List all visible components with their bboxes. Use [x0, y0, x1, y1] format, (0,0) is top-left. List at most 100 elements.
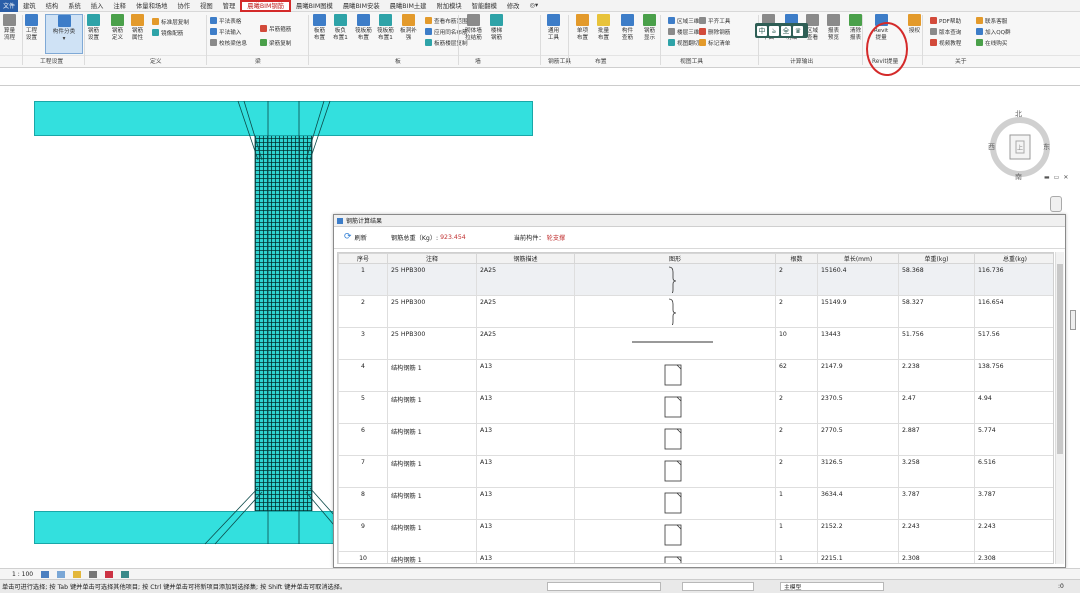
ribbon-small-button-s21[interactable]: 在线购买: [976, 38, 1007, 47]
detail-level-icon[interactable]: [41, 570, 50, 578]
ribbon-small-button-s2[interactable]: 平法表格: [210, 16, 241, 25]
column-header[interactable]: 单长(mm): [817, 253, 899, 264]
table-row[interactable]: 5 结构钢筋 1 A13 2 2370.5 2.47 4.94: [338, 391, 1053, 424]
ribbon-small-button-s10[interactable]: 区域三维: [668, 16, 699, 25]
table-row[interactable]: 9 结构钢筋 1 A13 1 2152.2 2.243 2.243: [338, 519, 1053, 552]
menu-tab[interactable]: 注释: [108, 0, 131, 12]
column-header[interactable]: 注释: [387, 253, 477, 264]
ribbon-small-button-s3[interactable]: 平法输入: [210, 27, 241, 36]
view-cube[interactable]: 北 东 南 西 上: [988, 108, 1052, 190]
ribbon-button-b16[interactable]: 构件 查筋: [621, 14, 634, 41]
menu-tab[interactable]: 晨曦BIM土建: [385, 0, 432, 12]
model-dropdown[interactable]: 主模型: [780, 582, 884, 591]
component-category-dropdown[interactable]: 构件分类 ▾: [45, 14, 83, 54]
viewcube-face[interactable]: 上: [1017, 143, 1023, 152]
ribbon-button-b8[interactable]: 筏板筋 布置: [355, 14, 372, 41]
viewcube-north[interactable]: 北: [1015, 109, 1022, 119]
table-row[interactable]: 1 25 HPB300 2A25 2 15160.4 58.368 116.736: [338, 263, 1053, 296]
menu-tab[interactable]: ◎▾: [524, 0, 543, 12]
viewcube-west[interactable]: 西: [988, 142, 995, 152]
file-menu-button[interactable]: 文件: [0, 0, 18, 12]
nav-wheel-icon[interactable]: [1050, 196, 1062, 212]
ribbon-small-button-s11[interactable]: 楼层三维: [668, 27, 699, 36]
float-toolbar-button[interactable]: ঌ: [769, 25, 779, 36]
menu-tab[interactable]: 修改: [502, 0, 525, 12]
table-scrollbar[interactable]: [1055, 252, 1064, 564]
table-row[interactable]: 4 结构钢筋 1 A13 62 2147.9 2.238 138.756: [338, 359, 1053, 392]
ribbon-small-button-s5[interactable]: 吊筋箍筋: [260, 24, 291, 33]
ribbon-small-button-s1[interactable]: 镜像配筋: [152, 28, 183, 37]
ribbon-button-b14[interactable]: 单项 布置: [576, 14, 589, 41]
menu-tab[interactable]: 视图: [195, 0, 218, 12]
menu-tab[interactable]: 晨曦BIM图模: [291, 0, 338, 12]
menu-tab[interactable]: 建筑: [18, 0, 41, 12]
ribbon-button-b13[interactable]: 通用 工具: [547, 14, 560, 41]
table-row[interactable]: 10 结构钢筋 1 A13 1 2215.1 2.308 2.308: [338, 551, 1053, 563]
viewcube-east[interactable]: 东: [1043, 142, 1050, 152]
ribbon-small-button-s4[interactable]: 校核梁信息: [210, 38, 247, 47]
table-row[interactable]: 8 结构钢筋 1 A13 1 3634.4 3.787 3.787: [338, 487, 1053, 520]
column-header[interactable]: 序号: [338, 253, 388, 264]
ribbon-button-b6[interactable]: 板筋 布置: [313, 14, 326, 41]
ribbon-small-button-s20[interactable]: 加入QQ群: [976, 27, 1011, 36]
menu-tab[interactable]: 插入: [86, 0, 109, 12]
ribbon-small-button-s19[interactable]: 联系客服: [976, 16, 1007, 25]
menu-tab[interactable]: 管理: [218, 0, 241, 12]
ribbon-button-b12[interactable]: 楼梯 钢筋: [490, 14, 503, 41]
crop-view-icon[interactable]: [105, 570, 114, 578]
float-toolbar-button[interactable]: ♛: [793, 25, 803, 36]
ribbon-button-b3[interactable]: 钢筋 设置: [87, 14, 100, 41]
view-scale[interactable]: 1 : 100: [12, 571, 33, 578]
refresh-button[interactable]: ⟳ 刷新: [340, 230, 371, 245]
restore-view-icon[interactable]: ▭: [1054, 174, 1060, 181]
menu-tab[interactable]: 协作: [172, 0, 195, 12]
visual-style-icon[interactable]: [57, 570, 66, 578]
column-header[interactable]: 总重(kg): [974, 253, 1053, 264]
menu-tab[interactable]: 晨曦BIM安装: [338, 0, 385, 12]
ribbon-button-b15[interactable]: 批量 布置: [597, 14, 610, 41]
ribbon-small-button-s13[interactable]: 平齐工具: [699, 16, 730, 25]
float-toolbar-button[interactable]: 中: [757, 25, 767, 36]
ribbon-button-b24[interactable]: 授权: [908, 14, 921, 35]
ribbon-small-button-s6[interactable]: 梁筋复制: [260, 38, 291, 47]
menu-tab[interactable]: 智能翻模: [467, 0, 502, 12]
ribbon-small-button-s16[interactable]: PDF帮助: [930, 16, 961, 25]
menu-tab[interactable]: 系统: [63, 0, 86, 12]
menu-tab[interactable]: 体量和场地: [131, 0, 172, 12]
ribbon-button-b21[interactable]: 报表 预览: [827, 14, 840, 41]
ribbon-button-b4[interactable]: 钢筋 定义: [111, 14, 124, 41]
sun-path-icon[interactable]: [73, 570, 82, 578]
ribbon-button-b5[interactable]: 钢筋 属性: [131, 14, 144, 41]
table-row[interactable]: 2 25 HPB300 2A25 2 15149.9 58.327 116.654: [338, 295, 1053, 328]
design-option-dropdown[interactable]: [682, 582, 754, 591]
ribbon-button-b1[interactable]: 工程 设置: [25, 14, 38, 41]
ribbon-small-button-s7[interactable]: 查看布筋范围: [425, 16, 468, 25]
table-row[interactable]: 3 25 HPB300 2A25 10 13443 51.756 517.56: [338, 327, 1053, 360]
ribbon-small-button-s18[interactable]: 视频教程: [930, 38, 961, 47]
canvas-scrollbar-thumb[interactable]: [1070, 310, 1076, 330]
menu-tab[interactable]: 晨曦BIM钢筋: [240, 0, 292, 12]
ribbon-button-b10[interactable]: 板洞补 强: [400, 14, 417, 41]
menu-tab[interactable]: 结构: [41, 0, 64, 12]
window-title-bar[interactable]: 钢筋计算结果: [334, 215, 1065, 227]
temp-hide-icon[interactable]: [121, 570, 130, 578]
ribbon-small-button-s12[interactable]: 视图翻切: [668, 38, 699, 47]
workset-dropdown[interactable]: [547, 582, 661, 591]
ribbon-button-b7[interactable]: 板负 布置1: [333, 14, 348, 41]
table-scrollbar-thumb[interactable]: [1057, 264, 1063, 454]
table-row[interactable]: 6 结构钢筋 1 A13 2 2770.5 2.887 5.774: [338, 423, 1053, 456]
ribbon-small-button-s14[interactable]: 删除钢筋: [699, 27, 730, 36]
ribbon-small-button-s9[interactable]: 板筋楼层复制: [425, 38, 468, 47]
close-view-icon[interactable]: ✕: [1063, 174, 1068, 181]
ribbon-small-button-s17[interactable]: 版本查询: [930, 27, 961, 36]
ribbon-small-button-s0[interactable]: 标准层复制: [152, 17, 189, 26]
column-header[interactable]: 单重(kg): [898, 253, 975, 264]
column-header[interactable]: 图形: [574, 253, 776, 264]
column-header[interactable]: 根数: [775, 253, 818, 264]
shadows-icon[interactable]: [89, 570, 98, 578]
ribbon-button-b0[interactable]: 算量 流程: [3, 14, 16, 41]
menu-tab[interactable]: 附加模块: [431, 0, 466, 12]
ribbon-small-button-s8[interactable]: 应用同名布筋: [425, 27, 468, 36]
ribbon-small-button-s15[interactable]: 标记清单: [699, 38, 730, 47]
table-row[interactable]: 7 结构钢筋 1 A13 2 3126.5 3.258 6.516: [338, 455, 1053, 488]
